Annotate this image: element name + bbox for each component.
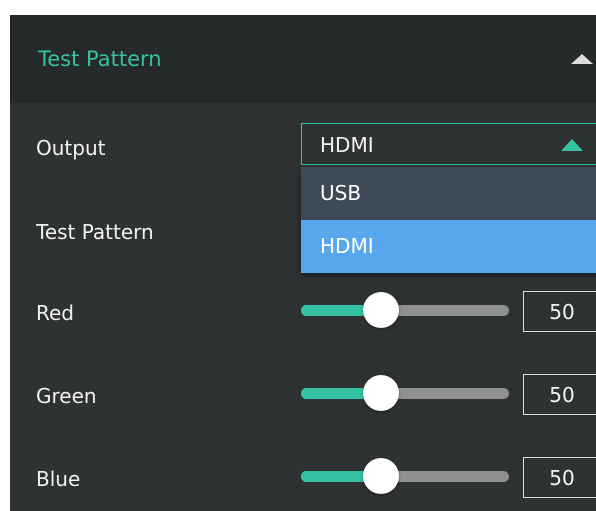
test-pattern-panel: Test Pattern Output Test Pattern Red Gre…: [10, 15, 596, 511]
output-dropdown-menu: USB HDMI: [301, 167, 596, 273]
dropdown-caret-icon[interactable]: [561, 139, 583, 151]
blue-slider[interactable]: [301, 457, 509, 497]
collapse-triangle-icon[interactable]: [571, 54, 593, 64]
output-select-value: HDMI: [320, 133, 374, 157]
red-label: Red: [36, 301, 74, 325]
dropdown-option-hdmi[interactable]: HDMI: [301, 220, 596, 273]
green-slider-thumb[interactable]: [362, 375, 399, 411]
red-slider-thumb[interactable]: [362, 292, 399, 328]
blue-slider-thumb[interactable]: [362, 458, 399, 494]
output-label: Output: [36, 136, 106, 160]
output-select[interactable]: HDMI: [301, 123, 596, 165]
section-header[interactable]: Test Pattern: [10, 15, 596, 103]
green-slider[interactable]: [301, 374, 509, 414]
blue-value: 50: [549, 466, 575, 490]
option-label-hdmi: HDMI: [320, 234, 374, 258]
green-value: 50: [549, 383, 575, 407]
red-value-input[interactable]: 50: [523, 291, 596, 332]
green-value-input[interactable]: 50: [523, 374, 596, 415]
green-label: Green: [36, 384, 97, 408]
blue-label: Blue: [36, 467, 81, 491]
option-label-usb: USB: [320, 181, 362, 205]
red-slider[interactable]: [301, 291, 509, 331]
blue-value-input[interactable]: 50: [523, 457, 596, 498]
section-title: Test Pattern: [38, 47, 162, 71]
red-value: 50: [549, 300, 575, 324]
dropdown-option-usb[interactable]: USB: [301, 167, 596, 220]
test-pattern-label: Test Pattern: [36, 220, 154, 244]
